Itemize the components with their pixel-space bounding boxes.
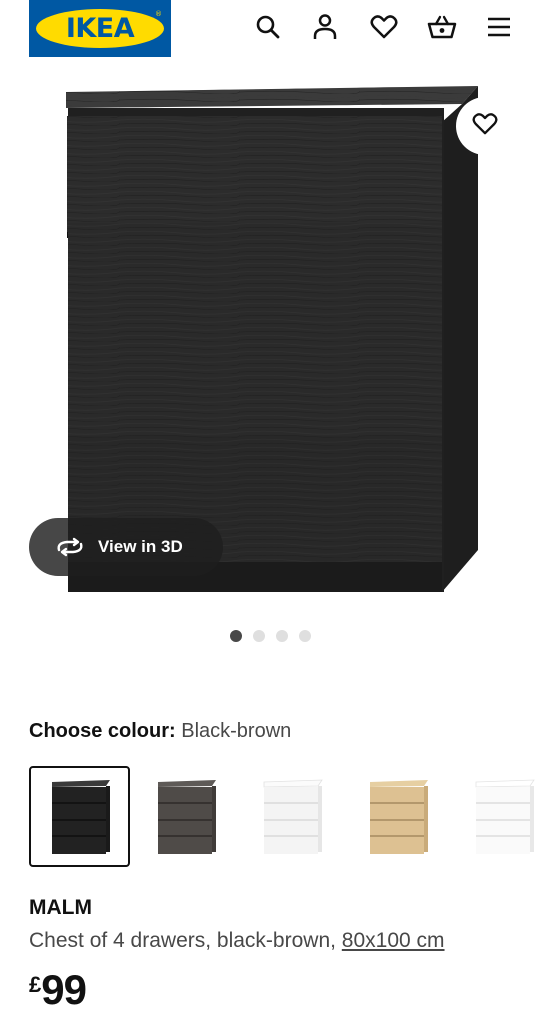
- view-in-3d-label: View in 3D: [98, 537, 183, 556]
- view-in-3d-button[interactable]: View in 3D: [29, 518, 223, 576]
- wishlist-heart-icon[interactable]: [369, 12, 399, 42]
- choose-colour-label: Choose colour:: [29, 720, 176, 742]
- search-icon[interactable]: [253, 12, 283, 42]
- carousel-dot[interactable]: [276, 630, 288, 642]
- selected-colour-value: Black-brown: [181, 720, 292, 742]
- colour-swatch-list: [29, 766, 543, 868]
- product-description-text: Chest of 4 drawers, black-brown,: [29, 929, 342, 952]
- shopping-basket-icon[interactable]: [427, 12, 457, 42]
- colour-swatch-black-brown[interactable]: [29, 766, 130, 867]
- menu-icon[interactable]: [484, 12, 514, 42]
- carousel-dot[interactable]: [299, 630, 311, 642]
- rotate-3d-icon: [55, 537, 85, 557]
- price-amount: 99: [41, 966, 87, 1013]
- colour-swatch-white[interactable]: [241, 766, 342, 867]
- choose-colour-heading: Choose colour: Black-brown: [29, 720, 291, 743]
- colour-swatch-oak-veneer[interactable]: [347, 766, 448, 867]
- add-to-favourites-button[interactable]: [456, 97, 514, 155]
- ikea-logo[interactable]: IKEA ®: [29, 0, 171, 57]
- colour-swatch-high-gloss-white[interactable]: [453, 766, 543, 867]
- product-size-link[interactable]: 80x100 cm: [342, 929, 445, 952]
- product-image-gallery[interactable]: View in 3D: [0, 62, 543, 622]
- carousel-pagination: [230, 630, 311, 642]
- colour-swatch-dark-grey[interactable]: [135, 766, 236, 867]
- carousel-dot[interactable]: [230, 630, 242, 642]
- logo-text: IKEA: [65, 13, 135, 44]
- carousel-dot[interactable]: [253, 630, 265, 642]
- product-description: Chest of 4 drawers, black-brown, 80x100 …: [29, 929, 445, 953]
- product-price: £99: [29, 966, 87, 1014]
- site-header: IKEA ®: [0, 0, 543, 60]
- product-name: MALM: [29, 896, 92, 919]
- account-icon[interactable]: [310, 12, 340, 42]
- price-currency: £: [29, 972, 42, 997]
- logo-registered-mark: ®: [155, 10, 162, 18]
- heart-outline-icon: [472, 112, 498, 141]
